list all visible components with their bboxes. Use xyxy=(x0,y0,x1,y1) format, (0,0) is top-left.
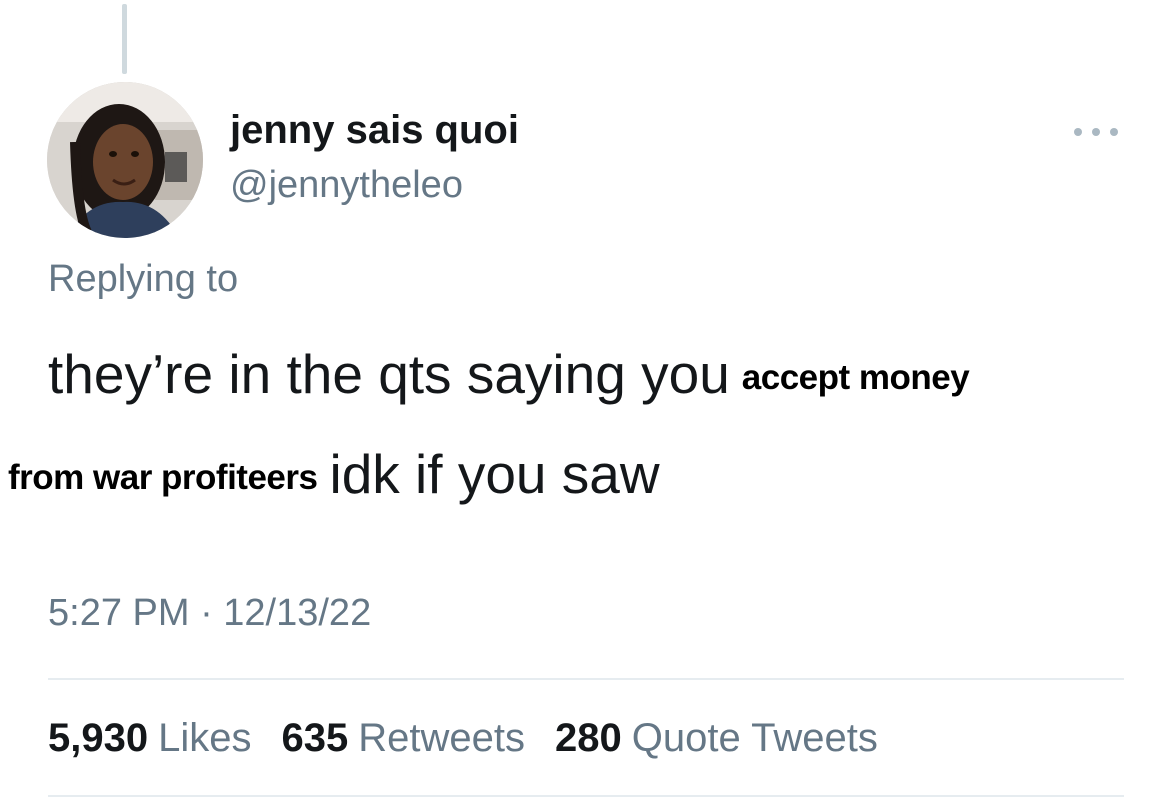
tweet-timestamp[interactable]: 5:27 PM · 12/13/22 xyxy=(48,592,371,635)
retweets-label: Retweets xyxy=(358,716,525,760)
more-options-button[interactable] xyxy=(1074,118,1118,146)
tweet-text-main: they’re in the qts saying you xyxy=(48,343,730,405)
avatar[interactable] xyxy=(47,82,203,238)
tweet-text-overlay: accept money xyxy=(741,358,970,397)
more-horizontal-icon xyxy=(1074,128,1082,136)
divider xyxy=(48,795,1124,797)
more-horizontal-icon-dot xyxy=(1110,128,1118,136)
quote-tweets-stat[interactable]: 280 Quote Tweets xyxy=(555,716,878,761)
quote-tweets-label: Quote Tweets xyxy=(631,716,878,760)
likes-count: 5,930 xyxy=(48,716,149,760)
author-display-name[interactable]: jenny sais quoi xyxy=(230,108,519,153)
retweets-count: 635 xyxy=(281,716,349,760)
tweet-text-line-1: they’re in the qts saying you accept mone… xyxy=(48,342,970,406)
author-handle[interactable]: @jennytheleo xyxy=(230,164,463,207)
tweet-text-main: idk if you saw xyxy=(329,443,660,505)
replying-to-label: Replying to xyxy=(48,258,239,300)
tweet-text-line-2: from war profiteers idk if you saw xyxy=(8,442,660,506)
tweet-text-overlay: from war profiteers xyxy=(8,458,318,497)
quote-tweets-count: 280 xyxy=(555,716,622,760)
likes-label: Likes xyxy=(158,716,252,760)
thread-connector-line xyxy=(122,4,127,74)
retweets-stat[interactable]: 635 Retweets xyxy=(282,716,526,761)
tweet-stats: 5,930 Likes 635 Retweets 280 Quote Tweets xyxy=(48,716,908,761)
avatar-image xyxy=(47,82,203,238)
likes-stat[interactable]: 5,930 Likes xyxy=(48,716,252,761)
more-horizontal-icon-dot xyxy=(1092,128,1100,136)
divider xyxy=(48,678,1124,680)
